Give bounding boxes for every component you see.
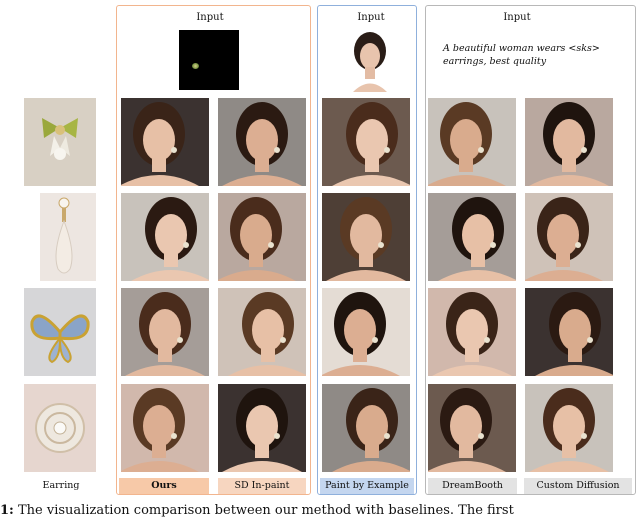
result-image-paint-by-example-row4 [322, 384, 410, 472]
result-image-paint-by-example-row3 [322, 288, 410, 376]
result-image-paint-by-example-row1 [322, 98, 410, 186]
caption-prefix: 1: [0, 503, 14, 518]
result-image-paint-by-example-row2 [322, 193, 410, 281]
result-image-ours-row4 [121, 384, 209, 472]
label-sd-inpaint: SD In-paint [218, 478, 306, 494]
result-image-ours-row2 [121, 193, 209, 281]
label-custom-diffusion: Custom Diffusion [524, 478, 632, 494]
ours-input-header: Input [196, 12, 224, 23]
pbe-input-portrait [345, 27, 395, 92]
label-paint-by-example: Paint by Example [320, 478, 414, 494]
text-prompt: A beautiful woman wears <sks> earrings, … [443, 43, 600, 67]
result-image-custom-diffusion-row4 [525, 384, 613, 472]
result-image-dreambooth-row4 [428, 384, 516, 472]
result-image-dreambooth-row3 [428, 288, 516, 376]
mask-earring-blob [192, 63, 199, 69]
result-image-dreambooth-row2 [428, 193, 516, 281]
result-image-ours-row1 [121, 98, 209, 186]
label-dreambooth: DreamBooth [428, 478, 517, 494]
result-image-custom-diffusion-row1 [525, 98, 613, 186]
result-image-custom-diffusion-row2 [525, 193, 613, 281]
earring-reference-crystal-disc [24, 384, 96, 472]
pbe-input-header: Input [357, 12, 385, 23]
label-ours: Ours [119, 478, 209, 494]
baseline-input-header: Input [503, 12, 531, 23]
earring-reference-pearl-drop [40, 193, 96, 281]
result-image-dreambooth-row1 [428, 98, 516, 186]
caption-text: The visualization comparison between our… [18, 503, 514, 518]
result-image-sd-inpaint-row3 [218, 288, 306, 376]
earring-reference-butterfly [24, 288, 96, 376]
result-image-sd-inpaint-row1 [218, 98, 306, 186]
result-image-sd-inpaint-row2 [218, 193, 306, 281]
result-image-custom-diffusion-row3 [525, 288, 613, 376]
mask-input-image [179, 30, 239, 90]
earring-reference-bow [24, 98, 96, 186]
result-image-ours-row3 [121, 288, 209, 376]
result-image-sd-inpaint-row4 [218, 384, 306, 472]
figure-caption: 1: The visualization comparison between … [0, 503, 640, 518]
earring-row-label: Earring [42, 480, 80, 491]
